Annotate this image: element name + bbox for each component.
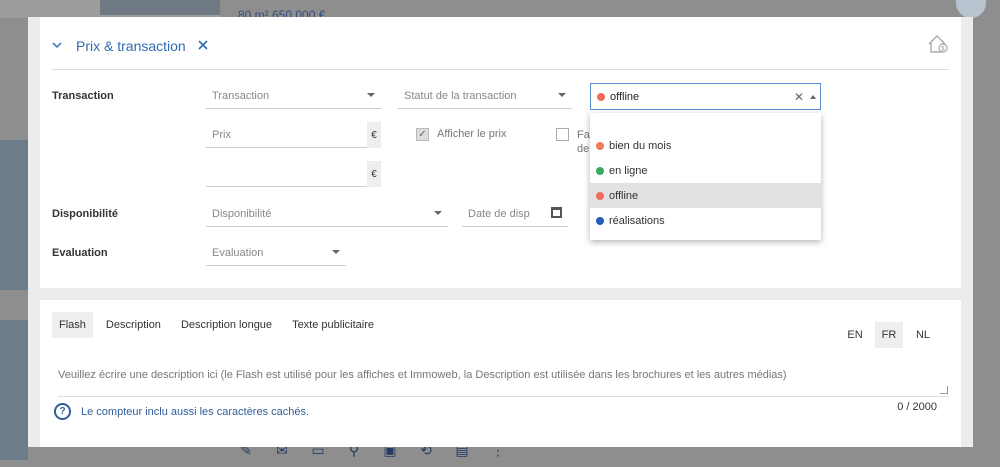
lang-fr[interactable]: FR bbox=[875, 322, 903, 348]
dropdown-search[interactable] bbox=[590, 113, 821, 133]
availability-select[interactable]: Disponibilité bbox=[206, 201, 448, 227]
price-input-placeholder: Prix bbox=[212, 128, 231, 141]
close-icon[interactable] bbox=[198, 37, 208, 55]
dropdown-option-label: bien du mois bbox=[609, 139, 672, 152]
section-header[interactable]: Prix & transaction bbox=[52, 37, 208, 55]
description-placeholder: Veuillez écrire une description ici (le … bbox=[58, 369, 787, 381]
tab-description[interactable]: Description bbox=[99, 312, 168, 338]
chevron-down-icon bbox=[558, 93, 566, 97]
description-card: Flash Description Description longue Tex… bbox=[40, 300, 961, 447]
dropdown-option-label: réalisations bbox=[609, 214, 665, 227]
chevron-down-icon bbox=[332, 250, 340, 254]
background-thumbnail bbox=[0, 140, 28, 290]
price-transaction-card: Prix & transaction $ Transaction Transac… bbox=[40, 17, 961, 288]
character-counter: 0 / 2000 bbox=[897, 401, 937, 413]
status-dot bbox=[597, 92, 605, 101]
status-selected-value: offline bbox=[610, 90, 640, 103]
house-money-icon: $ bbox=[927, 34, 949, 57]
availability-date-placeholder: Date de disp bbox=[468, 207, 530, 220]
lang-en[interactable]: EN bbox=[841, 322, 869, 348]
chevron-down-icon[interactable] bbox=[52, 40, 62, 52]
divider bbox=[52, 69, 949, 70]
status-dropdown: bien du mois en ligne offline réalisatio… bbox=[590, 113, 821, 240]
checkmark-icon[interactable]: ✓ bbox=[416, 128, 429, 141]
availability-select-placeholder: Disponibilité bbox=[212, 207, 272, 220]
section-title: Prix & transaction bbox=[76, 38, 186, 54]
transaction-label: Transaction bbox=[52, 90, 114, 102]
description-textarea[interactable]: Veuillez écrire une description ici (le … bbox=[58, 369, 948, 397]
transaction-select[interactable]: Transaction bbox=[206, 83, 381, 109]
status-color-select[interactable]: offline ✕ bbox=[590, 83, 821, 110]
status-dot bbox=[596, 191, 604, 200]
price-secondary-input[interactable]: € bbox=[206, 161, 381, 187]
evaluation-select[interactable]: Evaluation bbox=[206, 240, 346, 266]
chevron-up-icon[interactable] bbox=[810, 95, 816, 99]
evaluation-select-placeholder: Evaluation bbox=[212, 246, 264, 259]
status-select[interactable]: Statut de la transaction bbox=[398, 83, 572, 109]
tab-description-longue[interactable]: Description longue bbox=[174, 312, 279, 338]
resize-handle-icon[interactable] bbox=[940, 386, 948, 394]
clear-icon[interactable]: ✕ bbox=[794, 90, 804, 104]
background-thumbnail bbox=[0, 320, 28, 460]
modal: Prix & transaction $ Transaction Transac… bbox=[28, 17, 973, 447]
dropdown-option-label: offline bbox=[609, 189, 639, 202]
chevron-down-icon bbox=[367, 93, 375, 97]
show-price-label: Afficher le prix bbox=[437, 128, 507, 140]
description-tabs: Flash Description Description longue Tex… bbox=[52, 312, 387, 338]
price-input[interactable]: Prix € bbox=[206, 122, 381, 148]
evaluation-label: Evaluation bbox=[52, 247, 108, 259]
show-price-checkbox[interactable]: ✓ Afficher le prix bbox=[416, 128, 507, 141]
info-row: ? Le compteur inclu aussi les caractères… bbox=[54, 403, 309, 420]
dropdown-option[interactable]: réalisations bbox=[590, 208, 821, 233]
status-dot bbox=[596, 216, 604, 225]
tab-flash[interactable]: Flash bbox=[52, 312, 93, 338]
faire-label-line2: de bbox=[577, 143, 590, 155]
tab-texte-publicitaire[interactable]: Texte publicitaire bbox=[285, 312, 381, 338]
checkbox-box[interactable] bbox=[556, 128, 569, 141]
language-switcher: EN FR NL bbox=[835, 322, 937, 348]
dropdown-option[interactable]: en ligne bbox=[590, 158, 821, 183]
status-dot bbox=[596, 166, 604, 175]
lang-nl[interactable]: NL bbox=[909, 322, 937, 348]
chevron-down-icon bbox=[434, 211, 442, 215]
status-dot bbox=[596, 141, 604, 150]
availability-date-input[interactable]: Date de disp bbox=[462, 201, 568, 227]
currency-addon: € bbox=[367, 122, 381, 148]
status-select-placeholder: Statut de la transaction bbox=[404, 89, 517, 102]
currency-addon: € bbox=[367, 161, 381, 187]
dropdown-option-label: en ligne bbox=[609, 164, 648, 177]
availability-label: Disponibilité bbox=[52, 208, 118, 220]
calendar-icon[interactable] bbox=[551, 207, 562, 218]
help-icon: ? bbox=[54, 403, 71, 420]
background-thumbnail bbox=[100, 0, 220, 15]
avatar bbox=[956, 0, 986, 18]
dropdown-option-selected[interactable]: offline bbox=[590, 183, 821, 208]
info-text: Le compteur inclu aussi les caractères c… bbox=[81, 405, 310, 418]
transaction-select-placeholder: Transaction bbox=[212, 89, 270, 102]
dropdown-option[interactable]: bien du mois bbox=[590, 133, 821, 158]
